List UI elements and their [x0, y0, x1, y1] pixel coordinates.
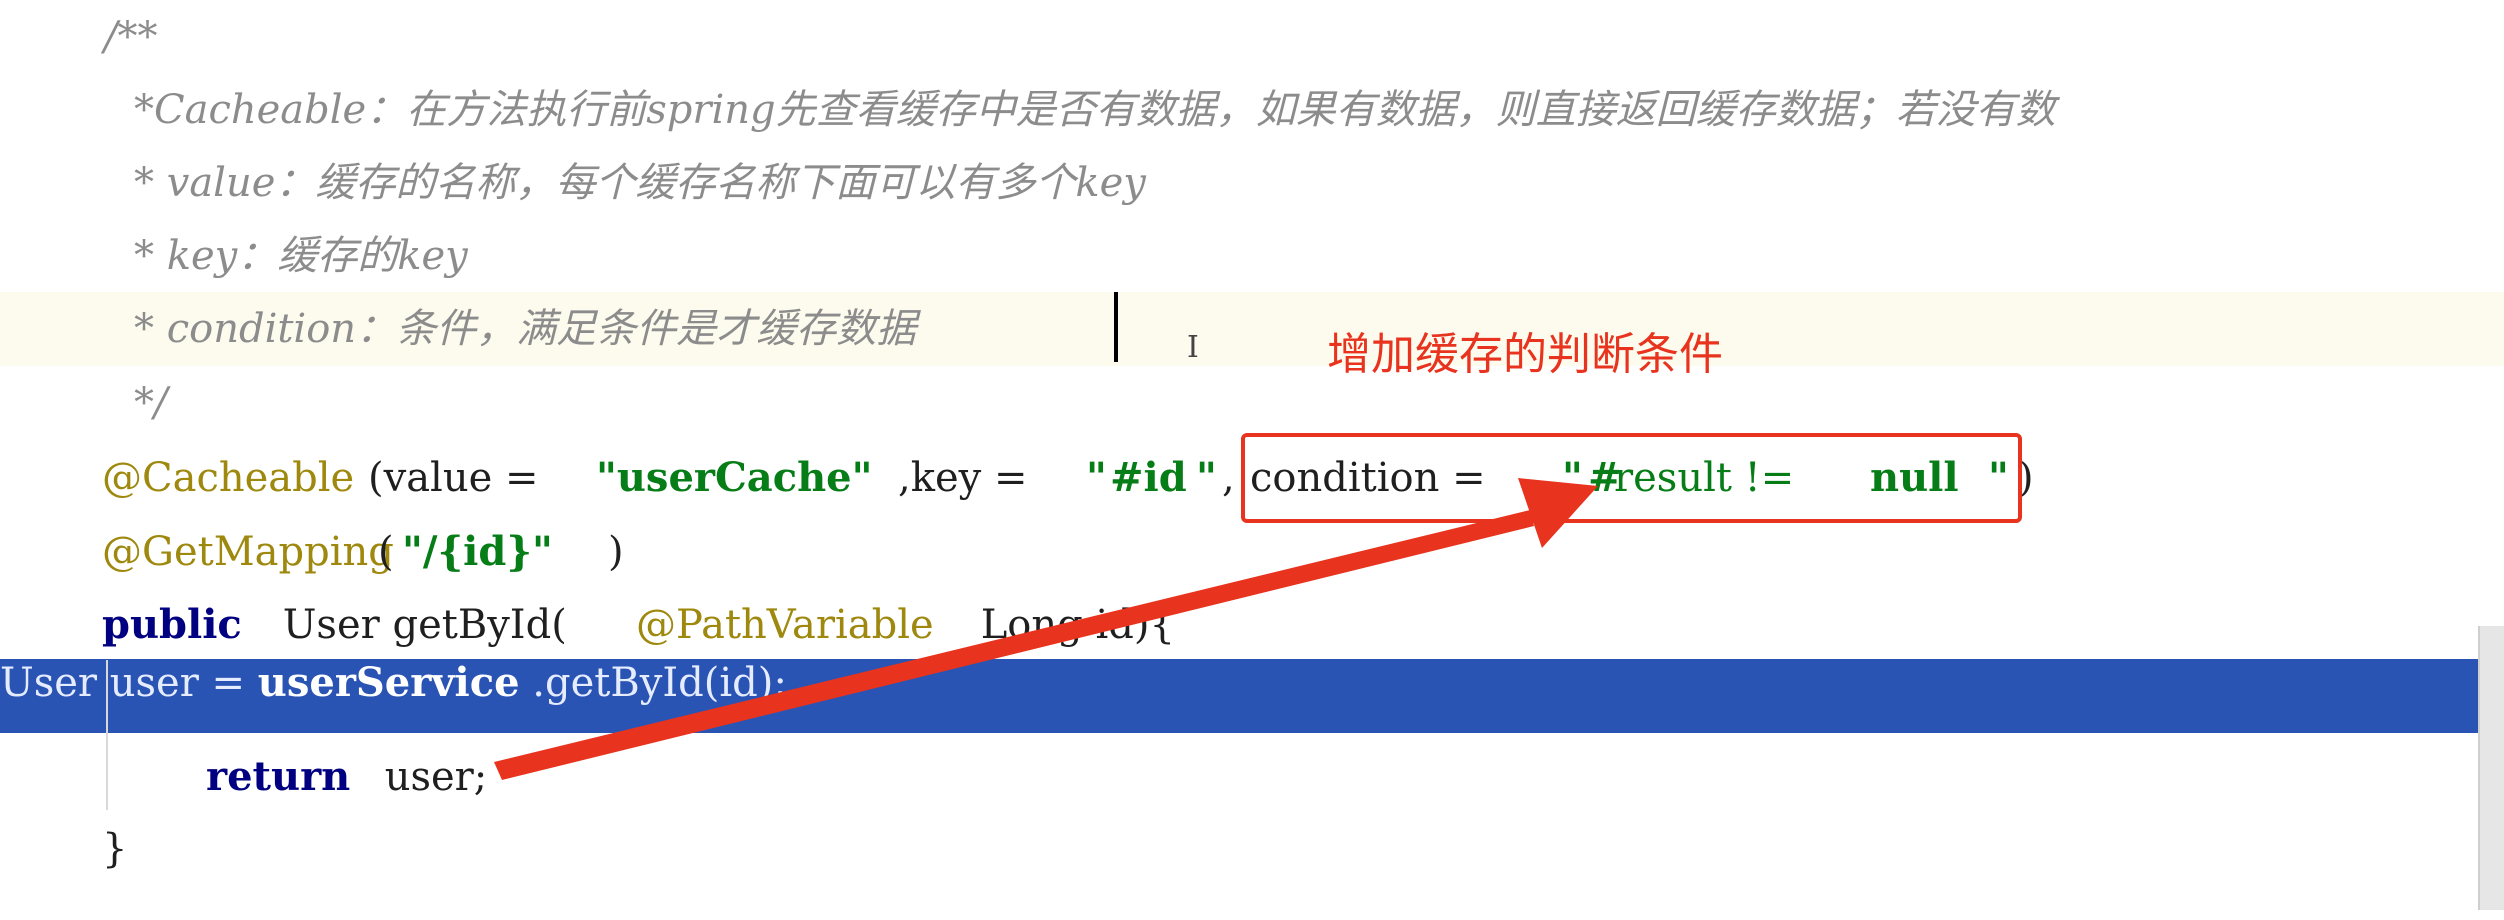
text-caret: [1114, 292, 1118, 362]
code-line-method-signature[interactable]: public User getById( @PathVariable Long …: [0, 588, 2504, 662]
code-identifier: userService: [257, 659, 520, 706]
keyword: public: [102, 601, 242, 648]
doc-comment-text: */: [134, 380, 168, 426]
vertical-scrollbar[interactable]: [2478, 626, 2504, 910]
doc-comment-line[interactable]: /**: [0, 0, 2504, 74]
code-text: (value =: [368, 455, 552, 501]
doc-comment-text: /**: [104, 14, 158, 60]
code-text: }: [102, 826, 128, 872]
code-text: Long id){: [968, 602, 1175, 648]
code-text: user;: [372, 754, 488, 800]
doc-comment-line[interactable]: * value：缓存的名称，每个缓存名称下面可以有多个key: [0, 146, 2504, 220]
code-text: User getById(: [270, 602, 567, 648]
doc-comment-text: * condition：条件，满足条件是才缓存数据: [134, 306, 917, 352]
doc-comment-line[interactable]: * condition：条件，满足条件是才缓存数据: [0, 292, 2504, 366]
condition-highlight-box: [1241, 433, 2022, 523]
code-text: ,key =: [898, 455, 1041, 501]
doc-comment-line[interactable]: */: [0, 366, 2504, 440]
code-editor[interactable]: User user = userService .getById(id); /*…: [0, 0, 2504, 920]
annotation-name: @Cacheable: [102, 455, 355, 501]
string-literal: "/{id}": [402, 528, 553, 575]
string-literal: ": [1086, 454, 1107, 501]
doc-comment-text: *Cacheable：在方法执行前spring先查看缓存中是否有数据，如果有数据…: [134, 87, 2056, 133]
string-literal: ": [1196, 454, 1217, 501]
ibeam-cursor-icon: I: [1187, 330, 1199, 365]
code-line-return[interactable]: return user;: [0, 740, 2504, 814]
code-text: ): [608, 529, 624, 575]
string-literal: #id: [1110, 454, 1187, 501]
code-line-getmapping[interactable]: @GetMapping ( "/{id}" ): [0, 515, 2504, 589]
string-literal: "userCache": [596, 454, 873, 501]
code-line-close-brace[interactable]: }: [0, 812, 2504, 886]
code-text: (: [378, 529, 394, 575]
code-text: .getById(id);: [532, 660, 787, 706]
doc-comment-text: * value：缓存的名称，每个缓存名称下面可以有多个key: [134, 160, 1146, 206]
doc-comment-line[interactable]: *Cacheable：在方法执行前spring先查看缓存中是否有数据，如果有数据…: [0, 73, 2504, 147]
doc-comment-text: * key：缓存的key: [134, 233, 468, 279]
code-text: ,: [1222, 455, 1235, 501]
annotation-name: @PathVariable: [636, 602, 934, 648]
keyword: return: [206, 753, 351, 800]
selected-line[interactable]: User user = userService .getById(id);: [0, 659, 2504, 733]
annotation-label: 增加缓存的判断条件: [1327, 329, 1723, 380]
annotation-name: @GetMapping: [102, 529, 394, 575]
doc-comment-line[interactable]: * key：缓存的key: [0, 219, 2504, 293]
